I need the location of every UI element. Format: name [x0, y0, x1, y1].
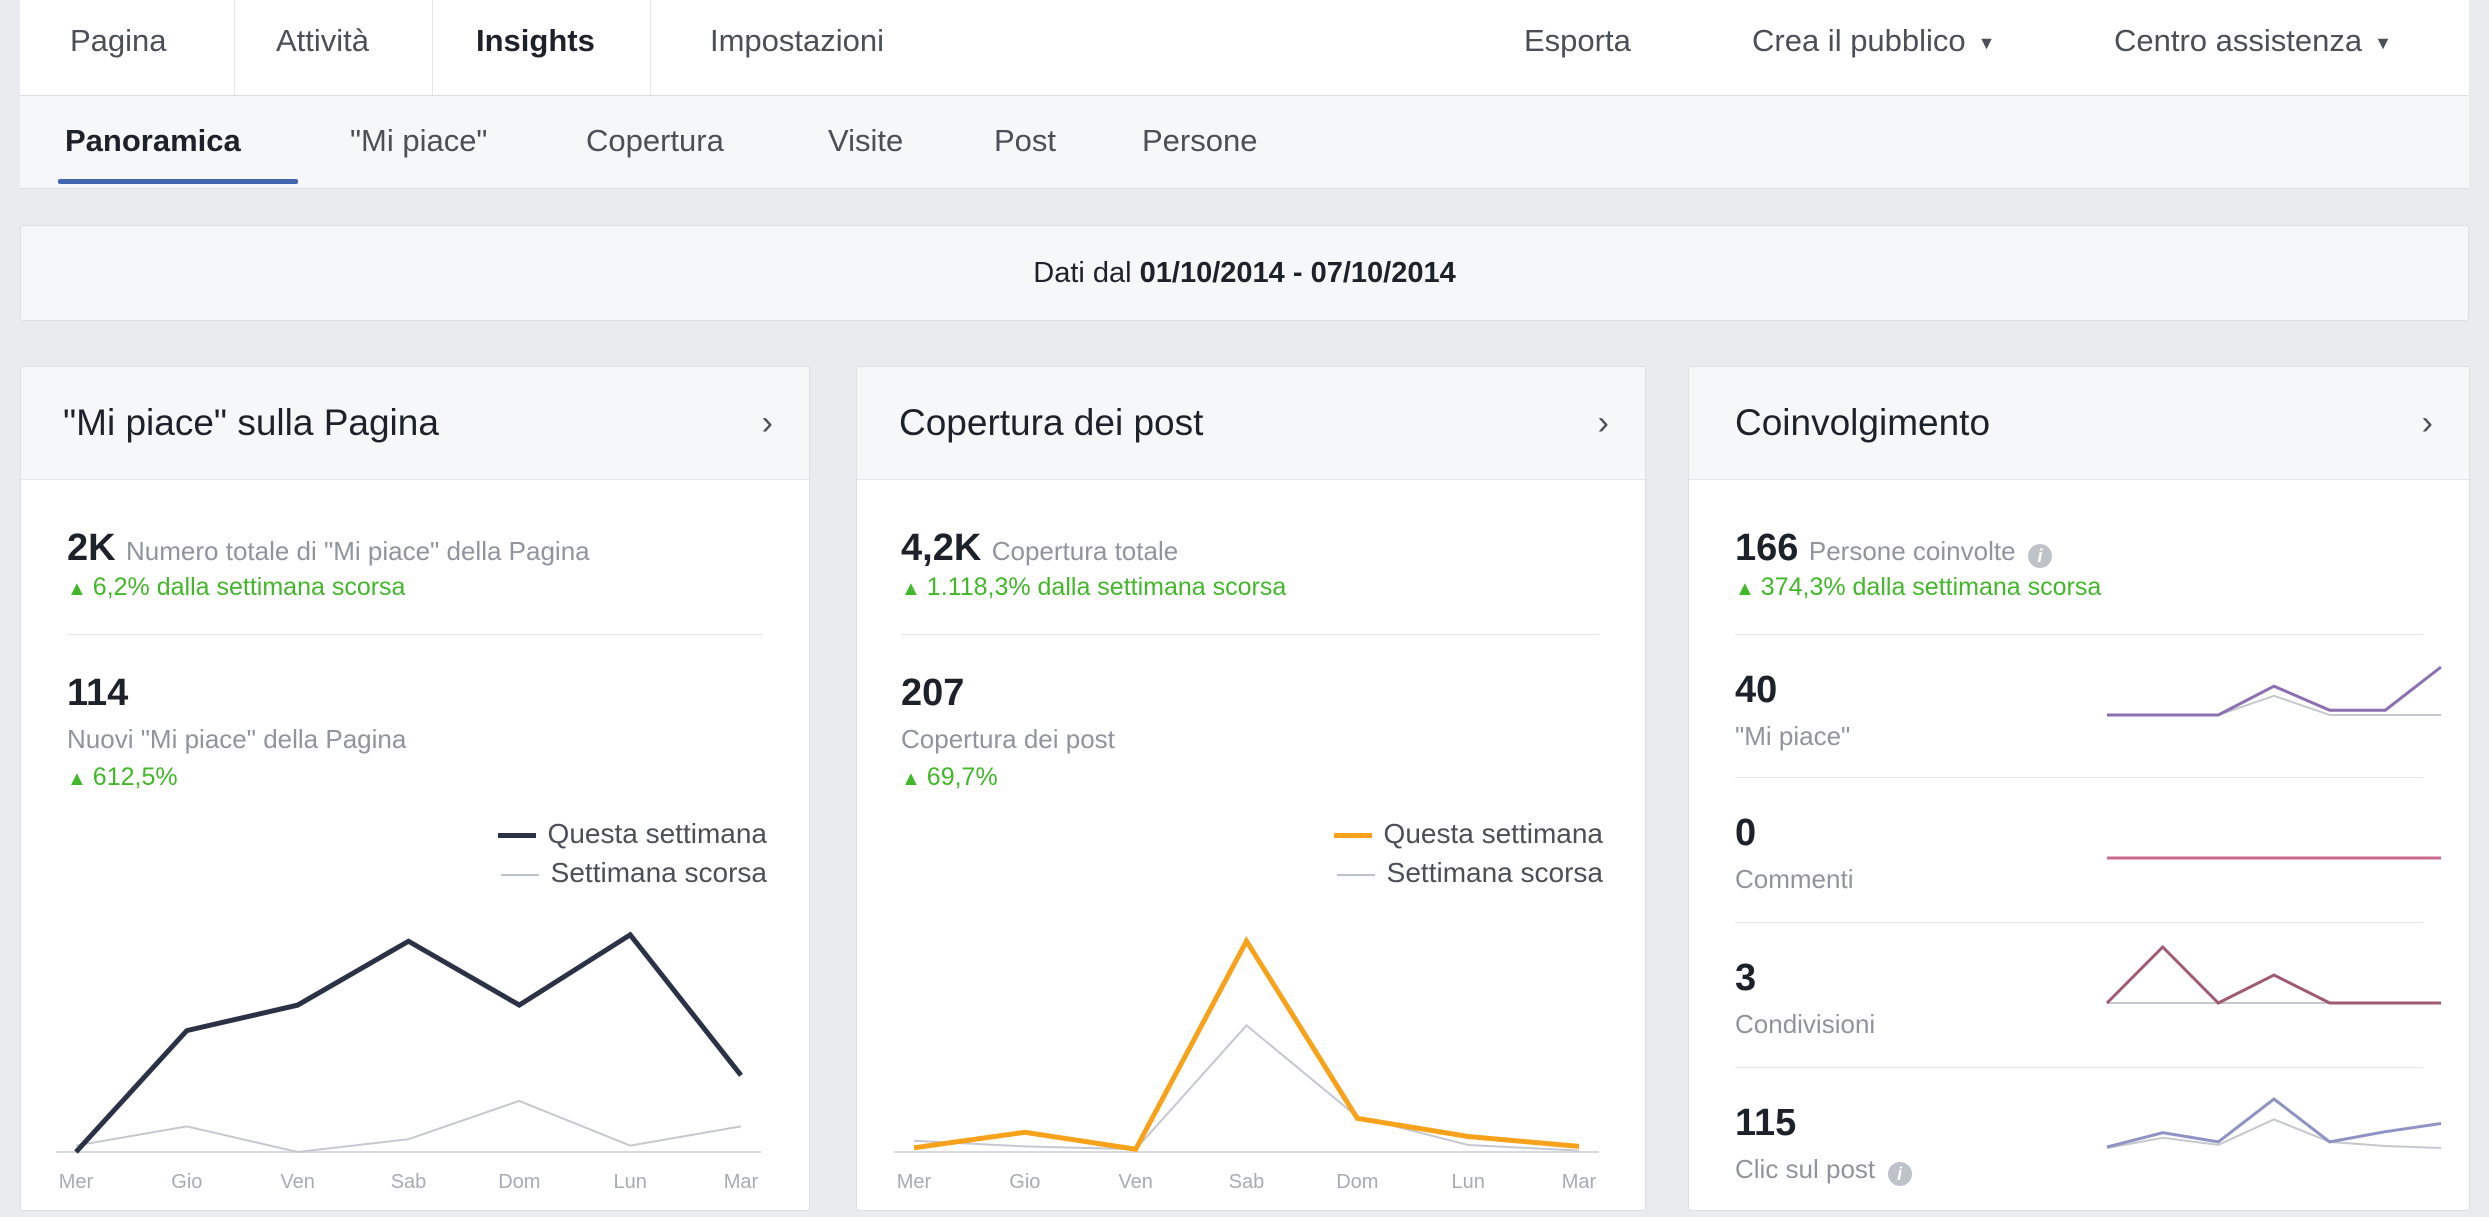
- x-tick-label: Mer: [59, 1171, 94, 1193]
- nav-divider: [650, 0, 651, 95]
- subtab-panoramica[interactable]: Panoramica: [65, 96, 241, 188]
- export-link[interactable]: Esporta: [1492, 0, 1663, 95]
- nav-tab-pagina[interactable]: Pagina: [38, 0, 199, 95]
- x-tick-label: Mer: [897, 1171, 932, 1193]
- engagement-card: Coinvolgimento › 166 Persone coinvolte i…: [1688, 366, 2470, 1211]
- page-likes-card: "Mi piace" sulla Pagina › 2K Numero tota…: [20, 366, 810, 1211]
- likes-line-chart: Mer Gio Ven Sab Dom Lun Mar: [56, 931, 761, 1193]
- active-tab-indicator: [58, 179, 298, 184]
- nav-tab-insights[interactable]: Insights: [444, 0, 627, 95]
- nav-divider: [234, 0, 235, 95]
- help-center-menu[interactable]: Centro assistenza ▼: [2082, 0, 2424, 95]
- subtab-mi-piace[interactable]: "Mi piace": [350, 96, 487, 188]
- x-tick-label: Gio: [171, 1171, 202, 1193]
- reach-line-chart: Mer Gio Ven Sab Dom Lun Mar: [894, 936, 1599, 1193]
- create-audience-menu[interactable]: Crea il pubblico ▼: [1720, 0, 2028, 95]
- date-range-bar: Dati dal 01/10/2014 - 07/10/2014: [20, 225, 2469, 321]
- engagement-sparklines: [2105, 665, 2442, 1149]
- date-range-prefix: Dati dal: [1033, 257, 1132, 289]
- x-tick-label: Mar: [1562, 1171, 1597, 1193]
- nav-divider: [432, 0, 433, 95]
- post-reach-card: Copertura dei post › 4,2K Copertura tota…: [856, 366, 1646, 1211]
- subtab-post[interactable]: Post: [994, 96, 1056, 188]
- insights-subnavigation: Panoramica "Mi piace" Copertura Visite P…: [20, 96, 2469, 189]
- x-tick-label: Ven: [1118, 1171, 1152, 1193]
- nav-tab-impostazioni[interactable]: Impostazioni: [678, 0, 916, 95]
- x-tick-label: Sab: [1229, 1171, 1265, 1193]
- top-navigation: Pagina Attività Insights Impostazioni Es…: [20, 0, 2469, 96]
- subtab-persone[interactable]: Persone: [1142, 96, 1257, 188]
- create-audience-label: Crea il pubblico: [1752, 23, 1966, 58]
- last-week-series-line: [75, 1099, 742, 1154]
- nav-tab-attivita[interactable]: Attività: [244, 0, 401, 95]
- this-week-series-line: [2107, 665, 2442, 717]
- subtab-visite[interactable]: Visite: [828, 96, 903, 188]
- caret-down-icon: ▼: [1977, 32, 1996, 53]
- x-tick-label: Sab: [391, 1171, 427, 1193]
- this-week-series-line: [74, 931, 743, 1154]
- date-range-value: 01/10/2014 - 07/10/2014: [1139, 257, 1456, 289]
- x-tick-label: Dom: [1336, 1171, 1378, 1193]
- x-tick-label: Mar: [724, 1171, 759, 1193]
- subtab-copertura[interactable]: Copertura: [586, 96, 724, 188]
- this-week-series-line: [913, 936, 1580, 1152]
- x-tick-label: Ven: [280, 1171, 314, 1193]
- x-tick-label: Gio: [1009, 1171, 1040, 1193]
- x-tick-label: Dom: [498, 1171, 540, 1193]
- x-tick-label: Lun: [613, 1171, 646, 1193]
- caret-down-icon: ▼: [2374, 32, 2392, 53]
- help-center-label: Centro assistenza: [2114, 23, 2363, 58]
- x-tick-label: Lun: [1451, 1171, 1484, 1193]
